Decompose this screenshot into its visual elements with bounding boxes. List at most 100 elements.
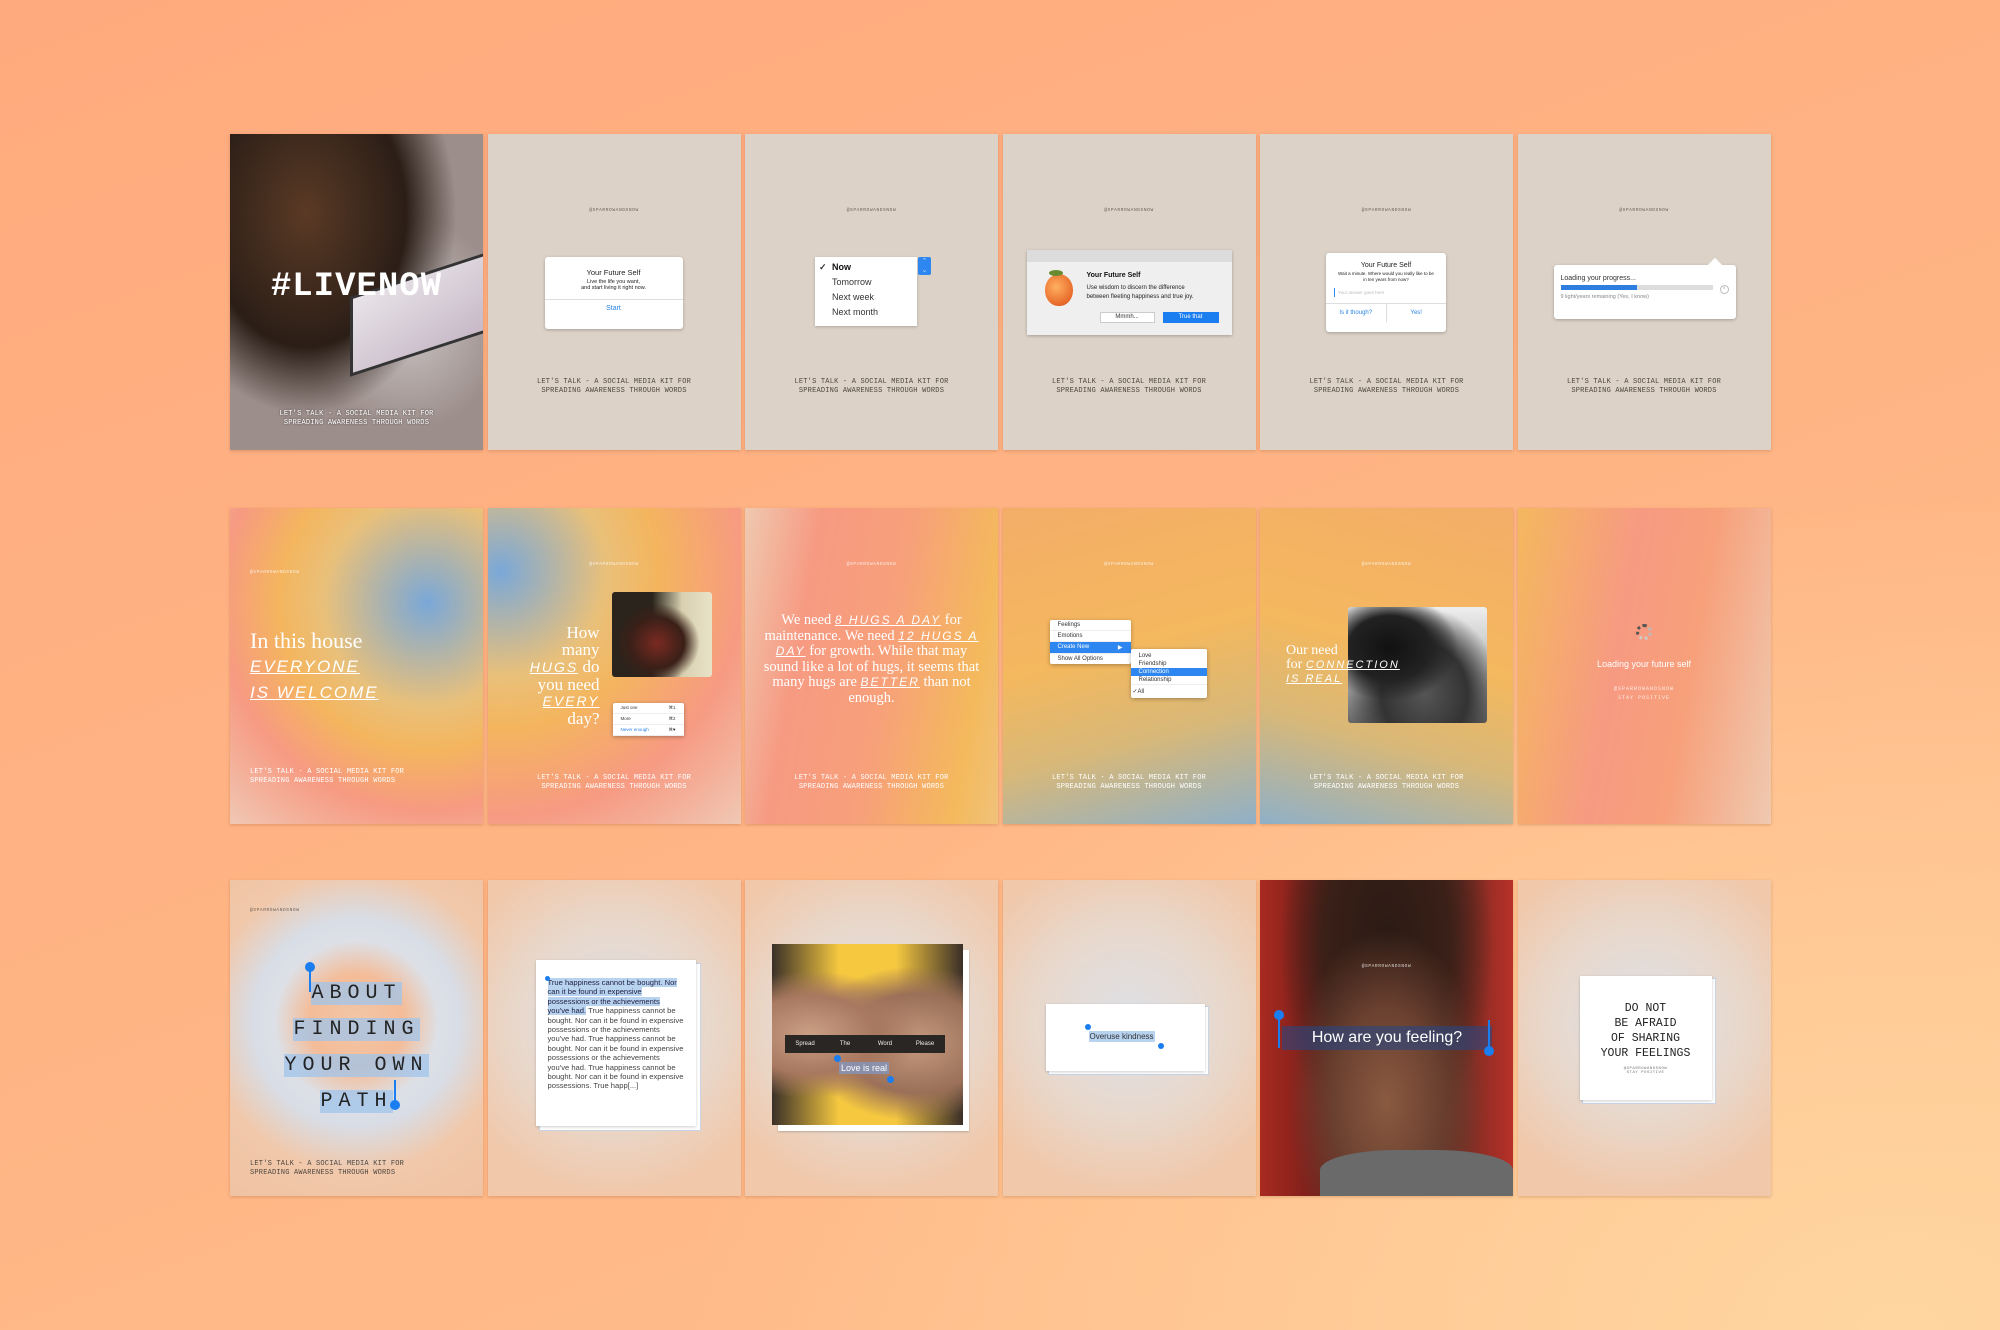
dropdown-list[interactable]: ✓ Now Tomorrow Next week Next month (815, 257, 917, 326)
is-it-though-button[interactable]: Is it though? (1326, 304, 1387, 322)
selected-text[interactable]: PATH (320, 1090, 393, 1113)
selection-handle-end[interactable] (1484, 1046, 1494, 1056)
title-bar (1026, 250, 1232, 262)
footer-line: LET'S TALK - A SOCIAL MEDIA KIT FOR (250, 768, 405, 776)
footer: LET'S TALK - A SOCIAL MEDIA KIT FOR SPREA… (250, 1160, 483, 1178)
true-that-button[interactable]: True that (1162, 312, 1219, 323)
stay-positive: STAY POSITIVE (1617, 695, 1670, 701)
selected-text[interactable]: How are you feeling? (1282, 1026, 1492, 1050)
card-dropdown: @SPARROWANDSNOW ✓ Now Tomorrow Next week… (745, 134, 998, 450)
selected-text[interactable]: FINDING (293, 1018, 420, 1041)
footer-line: SPREADING AWARENESS THROUGH WORDS (1313, 783, 1460, 791)
text-emphasis: IS REAL (1286, 673, 1343, 685)
footer-line: LET'S TALK - A SOCIAL MEDIA KIT FOR (1309, 378, 1464, 386)
alert-body: Use wisdom to discern the difference betw… (1087, 284, 1194, 302)
selection-handle-start[interactable] (834, 1055, 841, 1062)
footer-line: LET'S TALK - A SOCIAL MEDIA KIT FOR (1051, 774, 1207, 782)
footer-line: LET'S TALK - A SOCIAL MEDIA KIT FOR (536, 378, 692, 386)
selection-cursor (1278, 1018, 1280, 1048)
card-happiness: True happiness cannot be bought. Nor can… (487, 880, 741, 1196)
option-now[interactable]: Now (832, 260, 917, 275)
menu-item-emotions[interactable]: Emotions (1049, 631, 1131, 642)
footer-line: SPREADING AWARENESS THROUGH WORDS (541, 783, 687, 791)
menu-item-connection[interactable]: Connection (1130, 668, 1207, 676)
selection-handle-end[interactable] (1157, 1043, 1164, 1049)
alert-window: Your Future Self Use wisdom to discern t… (1026, 250, 1232, 335)
card-love: Spread The Word Please Love is real (745, 880, 998, 1196)
text-line: YOUR FEELINGS (1600, 1047, 1691, 1060)
handle: @SPARROWANDSNOW (1104, 562, 1154, 567)
handle: @SPARROWANDSNOW (1361, 208, 1412, 213)
toolbar-spread[interactable]: Spread (785, 1041, 825, 1047)
option-tomorrow[interactable]: Tomorrow (832, 275, 917, 290)
text-line: BE AFRAID (1614, 1017, 1677, 1030)
checkmark-icon: ✓ (819, 262, 827, 272)
menu-item[interactable]: Just one ⌘1 (612, 703, 684, 714)
footer-line: SPREADING AWARENESS THROUGH WORDS (250, 1169, 396, 1177)
option-next-month[interactable]: Next month (832, 305, 917, 320)
menu-item-create-new[interactable]: Create New ▶ (1049, 642, 1131, 654)
handle: @SPARROWANDSNOW (250, 908, 300, 913)
selection-handle-start[interactable] (544, 976, 550, 981)
alert-body-line: between fleeting happiness and true joy. (1086, 294, 1194, 300)
handle: @SPARROWANDSNOW (250, 570, 300, 575)
selection-handle-start[interactable] (1084, 1024, 1091, 1030)
footer: LET'S TALK - A SOCIAL MEDIA KIT FOR SPREA… (1260, 378, 1513, 396)
text-line: DO NOT (1624, 1002, 1667, 1015)
menu-item[interactable]: Never enough ⌘♥ (612, 725, 684, 736)
loading-text: Loading your future self (1596, 659, 1692, 669)
close-icon[interactable]: × (1719, 285, 1729, 294)
selected-text[interactable]: Love is real (839, 1062, 890, 1074)
menu-item-relationship[interactable]: Relationship (1130, 676, 1207, 685)
quote-text: We need 8 HUGS A DAY for maintenance. We… (763, 612, 980, 706)
text-line: many (561, 640, 600, 659)
hugs-menu: Just one ⌘1 More ⌘2 Never enough ⌘♥ (612, 703, 684, 736)
menu-item-show-all[interactable]: Show All Options (1050, 654, 1131, 664)
text-emphasis: BETTER (860, 675, 920, 689)
toolbar-word[interactable]: Word (865, 1041, 905, 1047)
menu-shortcut: ⌘2 (668, 716, 676, 721)
selected-text[interactable]: Overuse kindness (1088, 1031, 1155, 1042)
text-box: DO NOT BE AFRAID OF SHARING YOUR FEELING… (1579, 976, 1712, 1100)
alert-body-line: Use wisdom to discern the difference (1086, 285, 1185, 291)
card-house: @SPARROWANDSNOW In this house EVERYONE I… (230, 508, 483, 824)
footer: LET'S TALK - A SOCIAL MEDIA KIT FOR SPREA… (1260, 774, 1513, 792)
selected-text[interactable]: ABOUT (311, 982, 402, 1005)
menu-item-feelings[interactable]: Feelings (1049, 620, 1131, 631)
start-button[interactable]: Start (544, 299, 683, 312)
footer-line: LET'S TALK - A SOCIAL MEDIA KIT FOR (1309, 774, 1464, 782)
footer: LET'S TALK - A SOCIAL MEDIA KIT FOR SPREA… (488, 774, 741, 792)
hugs-text: How many HUGS do you need EVERY day? (530, 624, 600, 727)
stepper-icon[interactable]: ⌃ ⌄ (918, 257, 931, 275)
card-progress: @SPARROWANDSNOW Loading your progress...… (1517, 134, 1771, 450)
menu-item-friendship[interactable]: Friendship (1131, 660, 1207, 668)
handle: @SPARROWANDSNOW (846, 562, 897, 567)
yes-button[interactable]: Yes! (1387, 304, 1447, 322)
footer-line: SPREADING AWARENESS THROUGH WORDS (798, 783, 945, 791)
selected-text[interactable]: YOUR OWN (284, 1054, 429, 1077)
text-emphasis: CONNECTION (1305, 659, 1400, 671)
selection-handle-end[interactable] (390, 1100, 400, 1110)
path-text: ABOUT FINDING YOUR OWN PATH (230, 976, 483, 1120)
menu-label: All (1137, 689, 1145, 695)
option-next-week[interactable]: Next week (832, 290, 917, 305)
toolbar-the[interactable]: The (825, 1041, 865, 1047)
toolbar-please[interactable]: Please (905, 1041, 945, 1047)
menu-item-all[interactable]: ✓All (1131, 685, 1207, 698)
answer-input[interactable]: Your answer goes here (1334, 288, 1438, 297)
footer-line: SPREADING AWARENESS THROUGH WORDS (1571, 387, 1717, 395)
selection-handle-end[interactable] (887, 1076, 894, 1083)
sweater (1320, 1150, 1513, 1196)
footer: LET'S TALK - A SOCIAL MEDIA KIT FOR SPREA… (1518, 378, 1771, 396)
menu-item-love[interactable]: Love (1131, 652, 1207, 660)
footer-line: SPREADING AWARENESS THROUGH WORDS (798, 387, 945, 395)
card-alert: @SPARROWANDSNOW Your Future Self Use wis… (1002, 134, 1256, 450)
text-line: day? (567, 709, 600, 728)
mmmh-button[interactable]: Mmmh... (1099, 312, 1155, 323)
card-feeling: @SPARROWANDSNOW How are you feeling? (1260, 880, 1513, 1196)
menu-item[interactable]: More ⌘2 (612, 714, 684, 725)
text: We need (781, 612, 835, 628)
handle: @SPARROWANDSNOW (1361, 562, 1412, 567)
footer-line: LET'S TALK - A SOCIAL MEDIA KIT FOR (250, 1160, 405, 1168)
footer-line: LET'S TALK - A SOCIAL MEDIA KIT FOR (1051, 378, 1207, 386)
